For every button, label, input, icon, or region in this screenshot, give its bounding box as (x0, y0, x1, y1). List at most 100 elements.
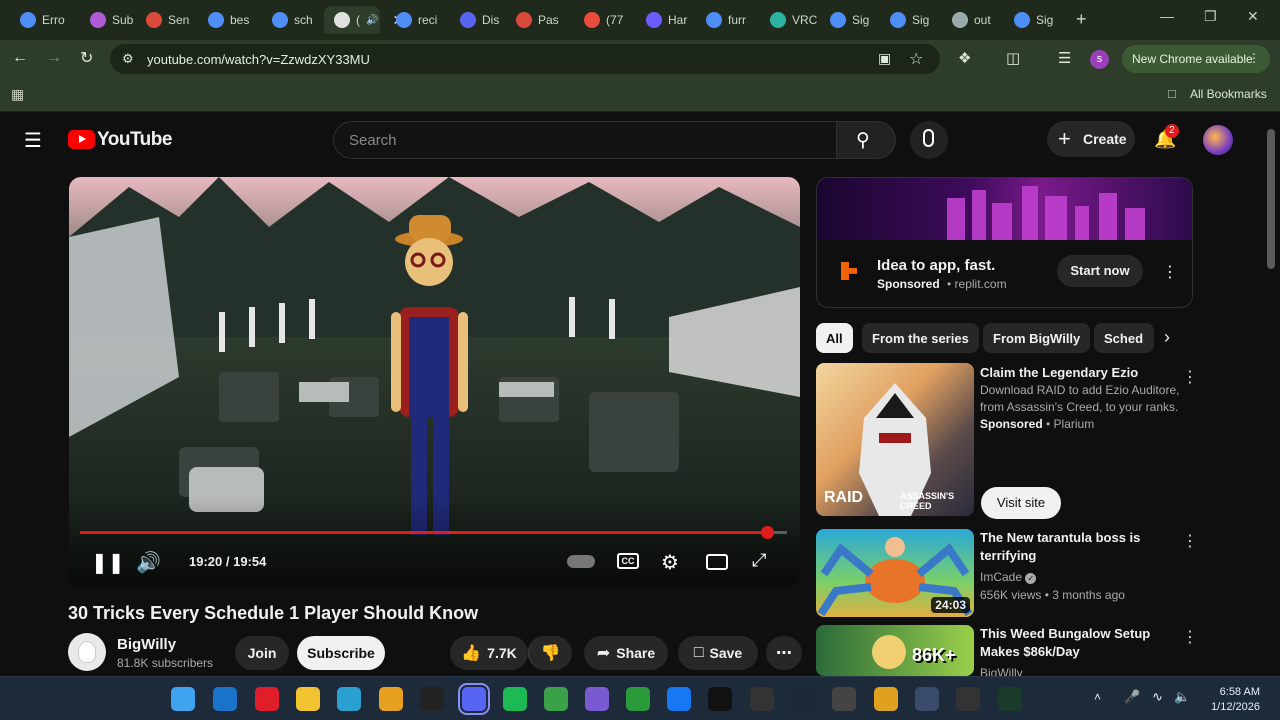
recording-icon[interactable] (832, 687, 856, 711)
menu-kebab-icon[interactable]: ⋮ (1248, 51, 1260, 65)
system-clock[interactable]: 6:58 AM 1/12/2026 (1198, 685, 1260, 715)
browser-tab[interactable]: (77 (574, 6, 623, 34)
browser-tab[interactable]: Sig (1004, 6, 1053, 34)
vr-app-icon[interactable] (915, 687, 939, 711)
tray-microphone-icon[interactable]: 🎤 (1124, 689, 1140, 705)
discord-icon[interactable] (458, 683, 490, 715)
browser-tab[interactable]: Erro (10, 6, 65, 34)
site-info-icon[interactable]: ⚙ (122, 51, 134, 67)
join-button[interactable]: Join (235, 636, 289, 670)
edge-icon[interactable] (337, 687, 361, 711)
terminal-icon[interactable] (420, 687, 444, 711)
all-bookmarks-link[interactable]: All Bookmarks (1190, 87, 1267, 101)
page-scrollbar[interactable] (1262, 113, 1280, 676)
voice-search-button[interactable] (910, 121, 948, 159)
dislike-button[interactable]: 👎 (528, 636, 572, 670)
back-icon[interactable]: ← (12, 49, 28, 67)
browser-tab[interactable]: VRC (760, 6, 817, 34)
chrome-icon[interactable] (379, 687, 403, 711)
browser-tab[interactable]: Dis (450, 6, 499, 34)
sponsored-ad-card[interactable]: Idea to app, fast. Sponsored • replit.co… (816, 177, 1193, 308)
recommendation-thumbnail[interactable]: 86K+ (816, 625, 974, 676)
start-windows-icon[interactable] (171, 687, 195, 711)
chip-schedule[interactable]: Sched (1094, 323, 1154, 353)
sponsored-recommendation[interactable]: RAID ASSASSIN'S CREED Claim the Legendar… (816, 363, 1198, 521)
recommendation-item[interactable]: 86K+ This Weed Bungalow Setup Makes $86k… (816, 625, 1192, 676)
account-avatar[interactable] (1203, 125, 1233, 155)
recommendation-menu-icon[interactable]: ⋮ (1182, 627, 1192, 647)
forward-icon[interactable]: → (46, 49, 62, 67)
file-explorer-icon[interactable] (296, 687, 320, 711)
channel-name[interactable]: BigWilly (117, 636, 176, 653)
opera-icon[interactable] (255, 687, 279, 711)
obs-icon[interactable] (750, 687, 774, 711)
recommendation-menu-icon[interactable]: ⋮ (1182, 531, 1198, 551)
close-window-icon[interactable]: ✕ (1247, 8, 1259, 25)
volume-icon[interactable]: 🔊 (136, 550, 161, 575)
chrome-profile-icon[interactable] (544, 687, 568, 711)
steam-icon[interactable] (791, 687, 815, 711)
reload-icon[interactable]: ↻ (80, 48, 93, 68)
channel-avatar[interactable] (68, 633, 106, 671)
youtube-logo[interactable]: YouTube (68, 129, 172, 151)
install-app-icon[interactable]: ▣ (878, 50, 891, 67)
browser-tab[interactable]: sch (262, 6, 313, 34)
recommendation-item[interactable]: 24:03 The New tarantula boss is terrifyi… (816, 529, 1198, 617)
browser-tab[interactable]: reci (386, 6, 437, 34)
sidepanel-icon[interactable]: ◫ (1006, 49, 1020, 67)
address-bar[interactable]: ⚙ youtube.com/watch?v=ZzwdzXY33MU ▣ ☆ (110, 44, 940, 74)
settings-gear-icon[interactable]: ⚙ (661, 550, 679, 575)
chip-from-the-series[interactable]: From the series (862, 323, 979, 353)
search-button[interactable]: ⚲ (836, 121, 896, 159)
recommendation-menu-icon[interactable]: ⋮ (1182, 367, 1198, 387)
wifi-icon[interactable]: ∿ (1152, 689, 1163, 705)
ad-menu-kebab-icon[interactable]: ⋮ (1162, 262, 1178, 282)
theater-mode-icon[interactable] (706, 554, 728, 570)
bookmark-star-icon[interactable]: ☆ (909, 49, 923, 69)
spotify-icon[interactable] (503, 687, 527, 711)
vrchat-icon[interactable] (956, 687, 980, 711)
browser-tab[interactable]: Har (636, 6, 687, 34)
create-button[interactable]: + Create (1047, 121, 1135, 157)
tray-chevron-icon[interactable]: ˄ (1094, 690, 1101, 704)
chip-all[interactable]: All (816, 323, 853, 353)
folder-app-icon[interactable] (874, 687, 898, 711)
save-button[interactable]: □ Save (678, 636, 758, 670)
profile-avatar[interactable]: s (1090, 50, 1109, 69)
xbox-icon[interactable] (626, 687, 650, 711)
start-now-button[interactable]: Start now (1057, 255, 1143, 287)
browser-tab[interactable]: Sig (880, 6, 929, 34)
chrome-profile-2-icon[interactable] (585, 687, 609, 711)
apps-grid-icon[interactable]: ▦ (11, 86, 24, 103)
captions-icon[interactable]: CC (617, 553, 639, 569)
extensions-icon[interactable]: ❖ (958, 49, 971, 67)
browser-tab[interactable]: Sen (136, 6, 189, 34)
like-button[interactable]: 👍 7.7K (450, 636, 528, 670)
browser-tab[interactable]: (🔊✕ (324, 6, 404, 34)
visit-site-button[interactable]: Visit site (981, 487, 1061, 519)
browser-tab[interactable]: Sub (80, 6, 133, 34)
browser-tab[interactable]: Pas (506, 6, 559, 34)
pause-icon[interactable]: ❚❚ (91, 550, 125, 575)
more-actions-button[interactable]: ⋯ (766, 636, 802, 670)
recommendation-thumbnail[interactable]: RAID ASSASSIN'S CREED (816, 363, 974, 516)
media-control-icon[interactable]: ☰ (1058, 49, 1071, 67)
x-app-icon[interactable] (708, 687, 732, 711)
browser-tab[interactable]: out (942, 6, 991, 34)
subscribe-button[interactable]: Subscribe (297, 636, 385, 670)
minimize-icon[interactable]: — (1160, 8, 1174, 24)
video-player[interactable]: ❚❚ 🔊 19:20 / 19:54 CC ⚙ ⤢ (69, 177, 800, 588)
browser-tab[interactable]: bes (198, 6, 249, 34)
tab-audio-icon[interactable]: 🔊 (366, 15, 378, 26)
new-chrome-available-button[interactable]: New Chrome available ⋮ (1122, 45, 1270, 73)
meta-icon[interactable] (667, 687, 691, 711)
share-button[interactable]: ➦ Share (584, 636, 668, 670)
browser-tab[interactable]: furr (696, 6, 746, 34)
browser-tab[interactable]: Sig (820, 6, 869, 34)
chip-from-bigwilly[interactable]: From BigWilly (983, 323, 1091, 353)
notifications-button[interactable]: 🔔 2 (1152, 124, 1179, 151)
new-tab-button[interactable]: + (1076, 9, 1087, 30)
speaker-icon[interactable]: 🔈 (1174, 689, 1190, 705)
fullscreen-icon[interactable]: ⤢ (752, 550, 766, 571)
scrollbar-thumb[interactable] (1267, 129, 1275, 269)
